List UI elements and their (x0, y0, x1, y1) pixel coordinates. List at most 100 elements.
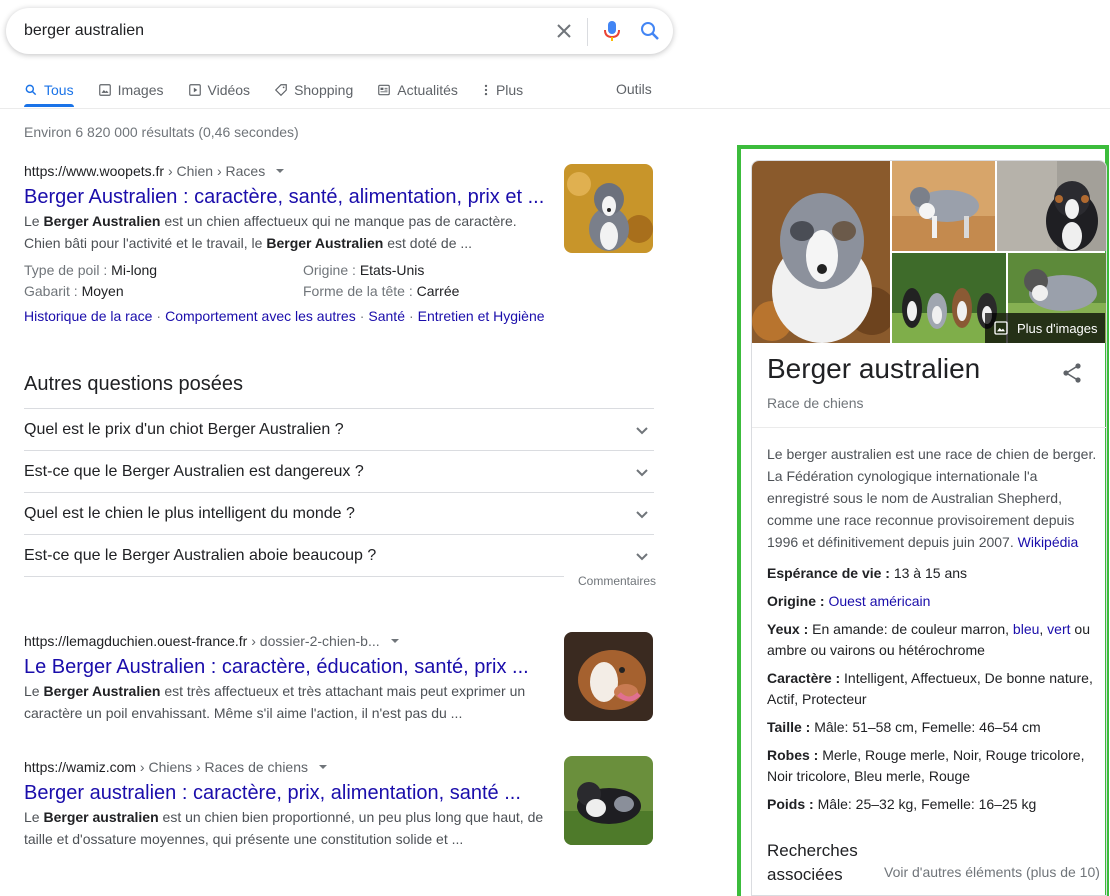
kp-related-title: Recherches associées (767, 841, 858, 884)
search-icon[interactable] (638, 19, 662, 43)
clear-icon[interactable] (552, 19, 576, 43)
kp-image[interactable] (752, 161, 890, 343)
result-snippet: Le Berger Australien est un chien affect… (24, 213, 517, 251)
search-input[interactable] (24, 20, 524, 42)
tab-label: Actualités (397, 82, 458, 98)
fact-forme-tete: Forme de la tête : Carrée (303, 283, 460, 299)
paa-question[interactable]: Est-ce que le Berger Australien est dang… (24, 450, 654, 492)
tab-shopping[interactable]: Shopping (274, 80, 353, 100)
tab-label: Shopping (294, 82, 354, 98)
video-icon (188, 84, 201, 96)
result-sitelinks: Historique de la race · Comportement avec … (24, 308, 545, 324)
result-thumbnail[interactable] (564, 164, 653, 253)
cite-path: › Chien › Races (164, 163, 266, 179)
fact-origine: Origine : Etats-Unis (303, 262, 425, 278)
kp-image-grid: Plus d'images (752, 161, 1106, 343)
result-cite[interactable]: https://wamiz.com › Chiens › Races de ch… (24, 758, 654, 776)
search-icon (25, 84, 37, 96)
people-also-ask: Quel est le prix d'un chiot Berger Austr… (24, 408, 654, 598)
kp-divider (752, 427, 1106, 428)
more-images-label: Plus d'images (1017, 320, 1098, 336)
caret-down-icon[interactable] (390, 636, 400, 646)
search-result: https://www.woopets.fr › Chien › Races B… (24, 162, 654, 324)
tab-label: Images (117, 82, 164, 98)
result-thumbnail[interactable] (564, 632, 653, 721)
caret-down-icon[interactable] (275, 166, 285, 176)
result-title-link[interactable]: Berger Australien : caractère, santé, al… (24, 184, 654, 210)
kp-fact-origine: Origine : Ouest américain (767, 593, 931, 609)
chevron-down-icon (636, 510, 648, 518)
result-title-link[interactable]: Le Berger Australien : caractère, éducat… (24, 654, 654, 680)
paa-question[interactable]: Est-ce que le Berger Australien aboie be… (24, 534, 654, 576)
tabs-divider (0, 108, 1110, 109)
knowledge-panel: Plus d'images Berger australien Race de … (751, 160, 1107, 896)
result-title-link[interactable]: Berger australien : caractère, prix, ali… (24, 780, 654, 806)
image-icon (98, 84, 111, 96)
kp-fact-poids: Poids : Mâle: 25–32 kg, Femelle: 16–25 k… (767, 796, 1037, 812)
search-divider (587, 18, 588, 46)
tab-plus[interactable]: Plus (482, 80, 523, 100)
kp-image[interactable] (997, 161, 1106, 251)
cite-domain: https://wamiz.com (24, 759, 137, 775)
microphone-icon[interactable] (602, 19, 622, 43)
chevron-down-icon (636, 552, 648, 560)
chevron-down-icon (636, 468, 648, 476)
wikipedia-link[interactable]: Wikipédia (1018, 534, 1079, 550)
search-result: https://wamiz.com › Chiens › Races de ch… (24, 756, 654, 850)
kp-fact-caractere: Caractère : Intelligent, Affectueux, De … (767, 670, 1093, 707)
sitelink[interactable]: Santé (368, 308, 405, 324)
kp-fact-yeux: Yeux : En amande: de couleur marron, ble… (767, 621, 1090, 658)
result-cite[interactable]: https://lemagduchien.ouest-france.fr › d… (24, 632, 654, 650)
tools-button[interactable]: Outils (616, 81, 652, 97)
vert-link[interactable]: vert (1047, 621, 1070, 637)
dog-photo (564, 164, 653, 253)
tag-icon (274, 84, 287, 97)
kp-title: Berger australien (767, 353, 981, 384)
result-facts: Type de poil : Mi-long Origine : Etats-U… (24, 260, 654, 302)
feedback-link[interactable]: Commentaires (578, 574, 656, 588)
paa-question[interactable]: Quel est le chien le plus intelligent du… (24, 492, 654, 534)
sitelink[interactable]: Entretien et Hygiène (418, 308, 545, 324)
kp-related-more-link[interactable]: Voir d'autres éléments (plus de 10) (884, 864, 1100, 880)
result-cite[interactable]: https://www.woopets.fr › Chien › Races (24, 162, 654, 180)
fact-gabarit: Gabarit : Moyen (24, 283, 124, 299)
cite-domain: https://lemagduchien.ouest-france.fr (24, 633, 248, 649)
kp-fact-esperance: Espérance de vie : 13 à 15 ans (767, 565, 968, 581)
share-icon[interactable] (1060, 361, 1084, 385)
cite-path: › Chiens › Races de chiens (136, 759, 308, 775)
result-snippet: Le Berger australien est un chien bien p… (24, 809, 544, 847)
dog-photo (752, 161, 890, 343)
tab-videos[interactable]: Vidéos (188, 80, 251, 100)
kp-fact-taille: Taille : Mâle: 51–58 cm, Femelle: 46–54 … (767, 719, 1041, 735)
result-stats: Environ 6 820 000 résultats (0,46 second… (24, 124, 299, 140)
kp-subtitle: Race de chiens (767, 395, 864, 411)
search-bar (6, 8, 673, 54)
tab-label: Tous (44, 82, 74, 98)
active-tab-indicator (24, 104, 74, 107)
search-result: https://lemagduchien.ouest-france.fr › d… (24, 632, 654, 724)
bleu-link[interactable]: bleu (1013, 621, 1039, 637)
caret-down-icon[interactable] (318, 762, 328, 772)
chevron-down-icon (636, 426, 648, 434)
tab-tous[interactable]: Tous (24, 80, 74, 100)
cite-path: › dossier-2-chien-b... (247, 633, 380, 649)
paa-divider (24, 576, 564, 598)
result-thumbnail[interactable] (564, 756, 653, 845)
tab-label: Plus (495, 82, 524, 98)
dog-photo (892, 161, 995, 251)
sitelink[interactable]: Historique de la race (24, 308, 152, 324)
kp-image[interactable] (892, 161, 995, 251)
more-images-button[interactable]: Plus d'images (985, 313, 1105, 343)
tab-label: Vidéos (207, 82, 251, 98)
news-icon (378, 84, 391, 96)
tab-images[interactable]: Images (98, 80, 164, 100)
cite-domain: https://www.woopets.fr (24, 163, 165, 179)
tab-actualites[interactable]: Actualités (377, 80, 458, 100)
dog-photo (997, 161, 1106, 251)
origine-link[interactable]: Ouest américain (828, 593, 930, 609)
paa-question[interactable]: Quel est le prix d'un chiot Berger Austr… (24, 408, 654, 450)
sitelink[interactable]: Comportement avec les autres (165, 308, 356, 324)
kp-description: Le berger australien est une race de chi… (767, 446, 1097, 550)
dog-photo (564, 632, 653, 721)
fact-type-poil: Type de poil : Mi-long (24, 262, 158, 278)
